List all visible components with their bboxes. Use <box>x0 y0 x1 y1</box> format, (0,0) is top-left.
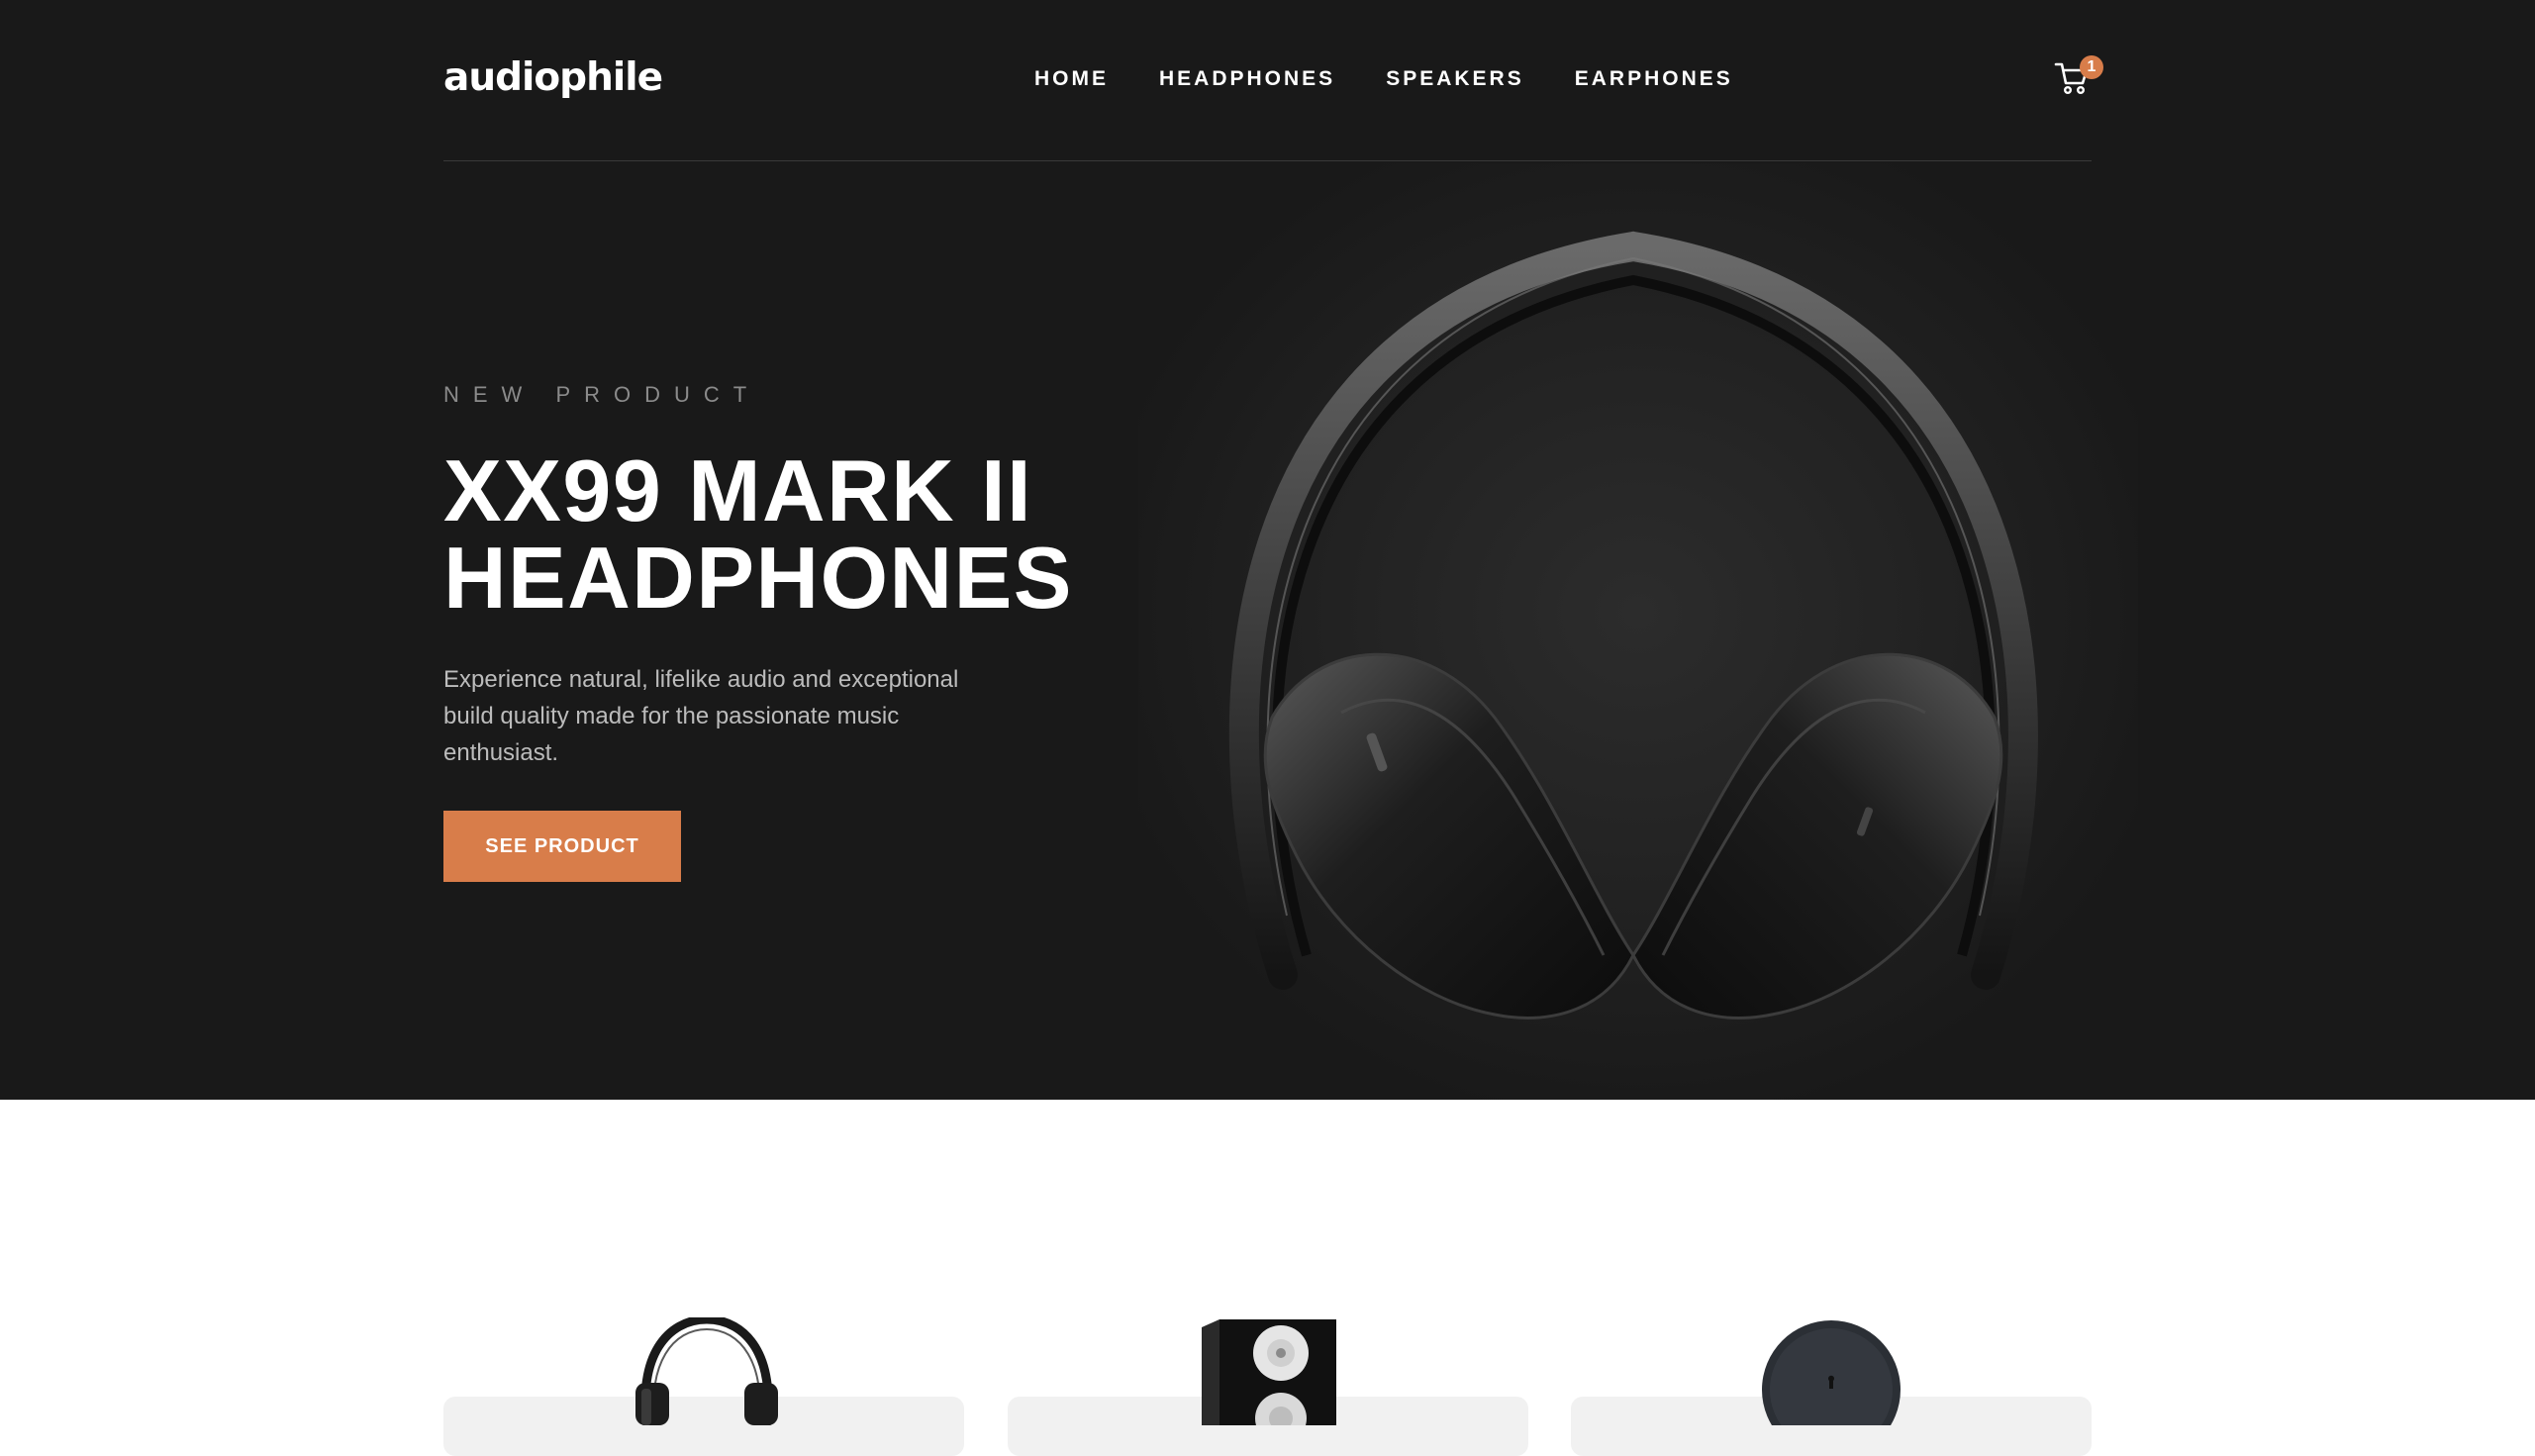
see-product-button[interactable]: SEE PRODUCT <box>443 811 681 882</box>
hero-title-line-1: XX99 MARK II <box>443 441 1033 539</box>
site-header: audiophile HOME HEADPHONES SPEAKERS EARP… <box>443 0 2103 161</box>
hero-title: XX99 MARK II HEADPHONES <box>443 441 1073 627</box>
headphones-thumbnail <box>635 1317 778 1425</box>
hero-overline: NEW PRODUCT <box>443 382 761 407</box>
cart-button[interactable]: 1 <box>2054 55 2103 99</box>
hero-headphones-image <box>1138 163 2138 1100</box>
earphones-case-thumbnail <box>1762 1320 1901 1425</box>
nav-link-headphones[interactable]: HEADPHONES <box>1159 67 1335 91</box>
main-nav: HOME HEADPHONES SPEAKERS EARPHONES <box>1034 67 1733 91</box>
hero-title-line-2: HEADPHONES <box>443 529 1073 627</box>
hero-content: NEW PRODUCT XX99 MARK II HEADPHONES Expe… <box>443 382 1073 882</box>
nav-link-earphones[interactable]: EARPHONES <box>1575 67 1733 91</box>
nav-link-home[interactable]: HOME <box>1034 67 1109 91</box>
brand-logo[interactable]: audiophile <box>443 55 663 100</box>
speaker-thumbnail <box>1202 1319 1336 1425</box>
nav-link-speakers[interactable]: SPEAKERS <box>1386 67 1524 91</box>
hero-section: audiophile HOME HEADPHONES SPEAKERS EARP… <box>0 0 2535 1100</box>
category-section <box>443 1311 2092 1456</box>
cart-count-badge: 1 <box>2080 55 2103 79</box>
hero-description: Experience natural, lifelike audio and e… <box>443 666 959 766</box>
